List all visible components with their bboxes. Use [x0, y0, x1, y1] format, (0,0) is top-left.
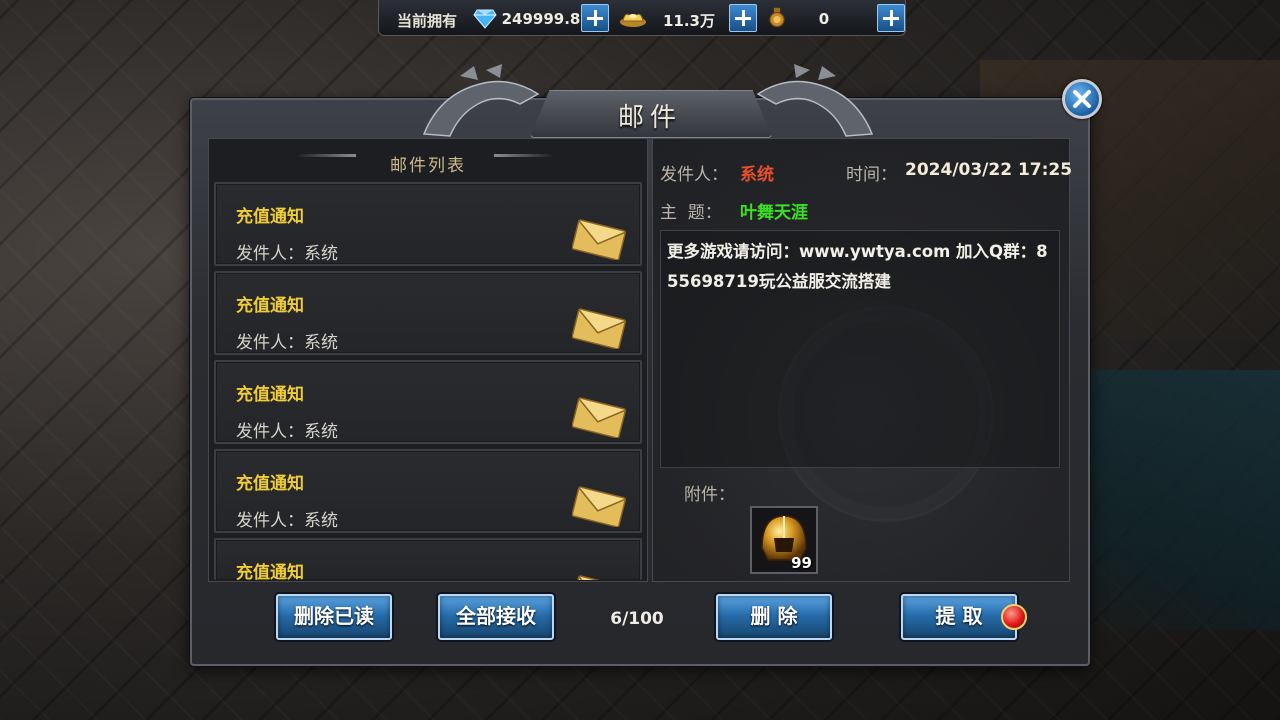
mail-sender: 发件人：系统	[236, 511, 338, 531]
gold-amount: 11.3万	[662, 12, 715, 30]
background-water	[1080, 370, 1280, 630]
close-icon	[1073, 90, 1091, 108]
panel-title: 邮件	[617, 103, 682, 133]
mail-content: 更多游戏请访问：www.ywtya.com 加入Q群：855698719玩公益服…	[660, 230, 1060, 468]
mail-count: 6/100	[610, 609, 664, 629]
add-gold-button[interactable]	[729, 4, 757, 32]
sender-value: 系统	[740, 165, 774, 185]
mail-item[interactable]: 充值通知 发件人：系统	[214, 360, 642, 444]
currency-label: 当前拥有	[397, 12, 458, 30]
time-label: 时间：	[846, 165, 897, 185]
subject-label: 主 题：	[660, 203, 722, 223]
envelope-icon	[572, 308, 626, 349]
dragon-ornament-left-icon	[422, 64, 540, 137]
mail-item[interactable]: 充值通知 发件人：系统	[214, 271, 642, 355]
mail-sender: 发件人：系统	[236, 244, 338, 264]
notification-dot-icon	[1001, 604, 1027, 630]
claim-button[interactable]: 提 取	[901, 594, 1017, 640]
diamond-icon	[473, 9, 497, 29]
envelope-icon	[572, 397, 626, 438]
mail-item[interactable]: 充值通知	[214, 538, 642, 580]
mail-item[interactable]: 充值通知 发件人：系统	[214, 182, 642, 266]
delete-read-button[interactable]: 删除已读	[276, 594, 392, 640]
header-divider-right	[494, 154, 554, 157]
sender-label: 发件人：	[660, 165, 728, 185]
mail-subject: 充值通知	[236, 296, 304, 316]
header-divider-left	[296, 154, 356, 157]
medal-icon	[769, 7, 785, 28]
delete-button[interactable]: 删 除	[716, 594, 832, 640]
mail-subject: 充值通知	[236, 474, 304, 494]
attachment-label: 附件：	[684, 485, 735, 505]
envelope-icon	[572, 575, 626, 580]
currency-bar: 当前拥有 249999.8 11.3万 0	[378, 0, 906, 36]
mail-sender: 发件人：系统	[236, 333, 338, 353]
add-diamond-button[interactable]	[581, 4, 609, 32]
medal-amount: 0	[818, 10, 830, 28]
dragon-ornament-right-icon	[756, 64, 874, 137]
mail-item[interactable]: 充值通知 发件人：系统	[214, 449, 642, 533]
diamond-amount: 249999.8	[501, 10, 581, 28]
close-button[interactable]	[1062, 79, 1102, 119]
gold-ingot-icon	[620, 13, 646, 27]
mail-subject: 充值通知	[236, 563, 304, 580]
mail-sender: 发件人：系统	[236, 422, 338, 442]
receive-all-button[interactable]: 全部接收	[438, 594, 554, 640]
time-value: 2024/03/22 17:25	[905, 160, 1073, 180]
attachment-slot[interactable]: 99	[750, 506, 818, 574]
subject-value: 叶舞天涯	[740, 203, 808, 223]
envelope-icon	[572, 486, 626, 527]
mail-list-header: 邮件列表	[390, 156, 466, 176]
envelope-icon	[572, 219, 626, 260]
attachment-count: 99	[791, 554, 812, 572]
add-medal-button[interactable]	[877, 4, 905, 32]
mail-subject: 充值通知	[236, 207, 304, 227]
mail-subject: 充值通知	[236, 385, 304, 405]
